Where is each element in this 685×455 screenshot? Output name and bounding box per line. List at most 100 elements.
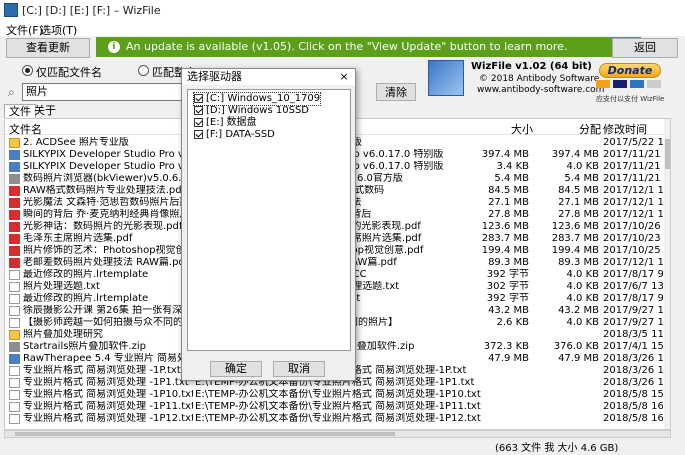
cell-modified: 2017/11/21 11:34:18: [603, 161, 663, 172]
horizontal-scrollbar[interactable]: [4, 430, 671, 438]
cell-size: 199.4 MB: [481, 245, 529, 256]
cell-name: 专业照片格式 简易浏览处理 -1P10.txt: [23, 389, 193, 400]
pdf-icon: [9, 246, 20, 256]
col-alloc[interactable]: 分配: [579, 121, 601, 137]
title-bar: [C:] [D:] [E:] [F:] – WizFile: [0, 0, 685, 22]
zip-icon: [9, 342, 20, 352]
website-link[interactable]: www.antibody-software.com: [477, 85, 604, 95]
table-row[interactable]: 专业照片格式 简易浏览处理 -1P10.txt E:\TEMP-办公机文本备份\专…: [5, 389, 663, 401]
payment-cards-icon: [596, 80, 666, 88]
tab-about[interactable]: 关于: [30, 104, 60, 118]
cancel-button[interactable]: 取消: [273, 361, 325, 377]
checkbox-icon[interactable]: [194, 129, 203, 139]
window-title: [C:] [D:] [E:] [F:] – WizFile: [22, 4, 161, 17]
checkbox-icon[interactable]: [194, 105, 203, 115]
cell-name: SILKYPIX Developer Studio Pro v6.0.17.0 …: [23, 149, 193, 160]
doc-icon: [9, 270, 20, 280]
drive-item-c[interactable]: [C:] Windows_10_1709: [192, 92, 322, 106]
cell-modified: 2018/3/26 10:41:21: [603, 365, 663, 376]
info-icon: i: [108, 41, 120, 53]
pdf-icon: [9, 198, 20, 208]
scroll-thumb[interactable]: [665, 139, 670, 169]
cell-modified: 2018/5/8 15:52:14: [603, 389, 663, 400]
table-row[interactable]: 专业照片格式 简易浏览处理 -1P12.txt E:\TEMP-办公机文本备份\专…: [5, 413, 663, 425]
cell-name: 2. ACDSee 照片专业版: [23, 137, 129, 148]
doc-icon: [9, 366, 20, 376]
cell-name: 瞬间的背后 乔·麦克纳利经典肖像照片解析.pdf: [23, 209, 193, 220]
drive-item-e[interactable]: [E:] 数据盘: [194, 117, 257, 129]
cell-name: 专业照片格式 简易浏览处理 -1P12.txt: [23, 413, 193, 424]
radio-filename-only[interactable]: [22, 65, 33, 76]
cell-modified: 2017/9/27 17:37:01: [603, 305, 663, 316]
radio-full-match[interactable]: [138, 65, 149, 76]
cell-size: 372.3 KB: [483, 341, 529, 352]
menu-file[interactable]: 文件(F): [6, 22, 43, 38]
update-banner-text: An update is available (v1.05). Click on…: [126, 40, 568, 53]
col-modified[interactable]: 修改时间: [603, 121, 647, 137]
search-input[interactable]: 照片: [22, 83, 182, 101]
cell-modified: 2017/10/23 15:20:10: [603, 233, 663, 244]
pdf-icon: [9, 210, 20, 220]
app-icon: [4, 3, 18, 17]
donate-note: 应支付以支付 WizFile: [596, 95, 665, 103]
cell-alloc: 43.2 MB: [558, 305, 599, 316]
checkbox-icon[interactable]: [194, 117, 203, 127]
pdf-icon: [9, 222, 20, 232]
check-update-button[interactable]: 查看更新: [6, 38, 90, 58]
pdf-icon: [9, 234, 20, 244]
doc-icon: [9, 318, 20, 328]
h-scroll-thumb[interactable]: [15, 432, 395, 436]
cell-alloc: 4.0 KB: [566, 293, 600, 304]
donate-area[interactable]: Donate: [596, 63, 666, 93]
cell-size: 5.4 MB: [494, 173, 529, 184]
drive-item-f[interactable]: [F:] DATA-SSD: [194, 129, 275, 141]
back-button[interactable]: 返回: [612, 38, 678, 58]
cell-modified: 2017/12/1 18:31:47: [603, 185, 663, 196]
cell-size: 392 字节: [486, 269, 529, 280]
doc-icon: [9, 306, 20, 316]
dialog-title: 选择驱动器: [182, 69, 355, 85]
exe-icon: [9, 150, 20, 160]
cell-modified: 2017/8/17 9:33:31: [603, 269, 663, 280]
doc-icon: [9, 390, 20, 400]
drive-item-d[interactable]: [D:] Windows 10SSD: [194, 105, 309, 117]
doc-icon: [9, 414, 20, 424]
cell-size: 123.6 MB: [481, 221, 529, 232]
clear-button[interactable]: 清除: [376, 83, 416, 101]
drive-list: [C:] Windows_10_1709 [D:] Windows 10SSD …: [187, 89, 351, 351]
cell-name: RawTherapee 5.4 专业照片 简易处理 软件No1.zip: [23, 353, 193, 364]
cell-name: 专业照片格式 简易浏览处理 -1P11.txt: [23, 401, 193, 412]
table-row[interactable]: 专业照片格式 简易浏览处理 -1P11.txt E:\TEMP-办公机文本备份\专…: [5, 401, 663, 413]
cell-modified: 2018/3/26 17:36:20: [603, 377, 663, 388]
cell-alloc: 89.3 MB: [558, 257, 599, 268]
vertical-scrollbar[interactable]: [664, 119, 670, 429]
menu-options[interactable]: 选项(T): [40, 22, 77, 38]
cell-modified: 2018/5/8 16:06:43: [603, 413, 663, 424]
wizfile-logo-icon: [428, 60, 464, 96]
col-size[interactable]: 大小: [511, 121, 533, 137]
cell-modified: 2017/5/22 15:13:20: [603, 137, 663, 148]
radio-filename-label: 仅匹配文件名: [36, 66, 102, 79]
doc-icon: [9, 402, 20, 412]
cell-path: E:\TEMP-办公机文本备份\专业照片格式 简易浏览处理-1P10.txt: [195, 389, 481, 400]
cell-alloc: 123.6 MB: [551, 221, 599, 232]
update-banner[interactable]: i An update is available (v1.05). Click …: [96, 37, 641, 57]
exe-icon: [9, 354, 20, 364]
cell-name: 专业照片格式 简易浏览处理 -1P1.txt: [23, 377, 189, 388]
cell-alloc: 376.0 KB: [553, 341, 599, 352]
cell-name: SILKYPIX Developer Studio Pro v6.0.17.0 …: [23, 161, 193, 172]
cell-alloc: 4.0 KB: [566, 269, 600, 280]
copyright: © 2018 Antibody Software: [479, 74, 600, 84]
checkbox-icon[interactable]: [194, 93, 203, 103]
cell-modified: 2017/4/1 15:51:55: [603, 341, 663, 352]
cell-size: 27.8 MB: [488, 209, 529, 220]
ok-button[interactable]: 确定: [210, 361, 262, 377]
donate-button[interactable]: Donate: [599, 63, 661, 78]
close-icon[interactable]: ×: [337, 70, 351, 84]
doc-icon: [9, 282, 20, 292]
cell-name: 毛泽东主席照片选集.pdf: [23, 233, 133, 244]
col-name[interactable]: 文件名: [9, 121, 42, 137]
cell-modified: 2017/12/1 18:25:40: [603, 197, 663, 208]
cell-size: 43.2 MB: [488, 305, 529, 316]
cell-modified: 2017/8/17 9:33:31: [603, 293, 663, 304]
